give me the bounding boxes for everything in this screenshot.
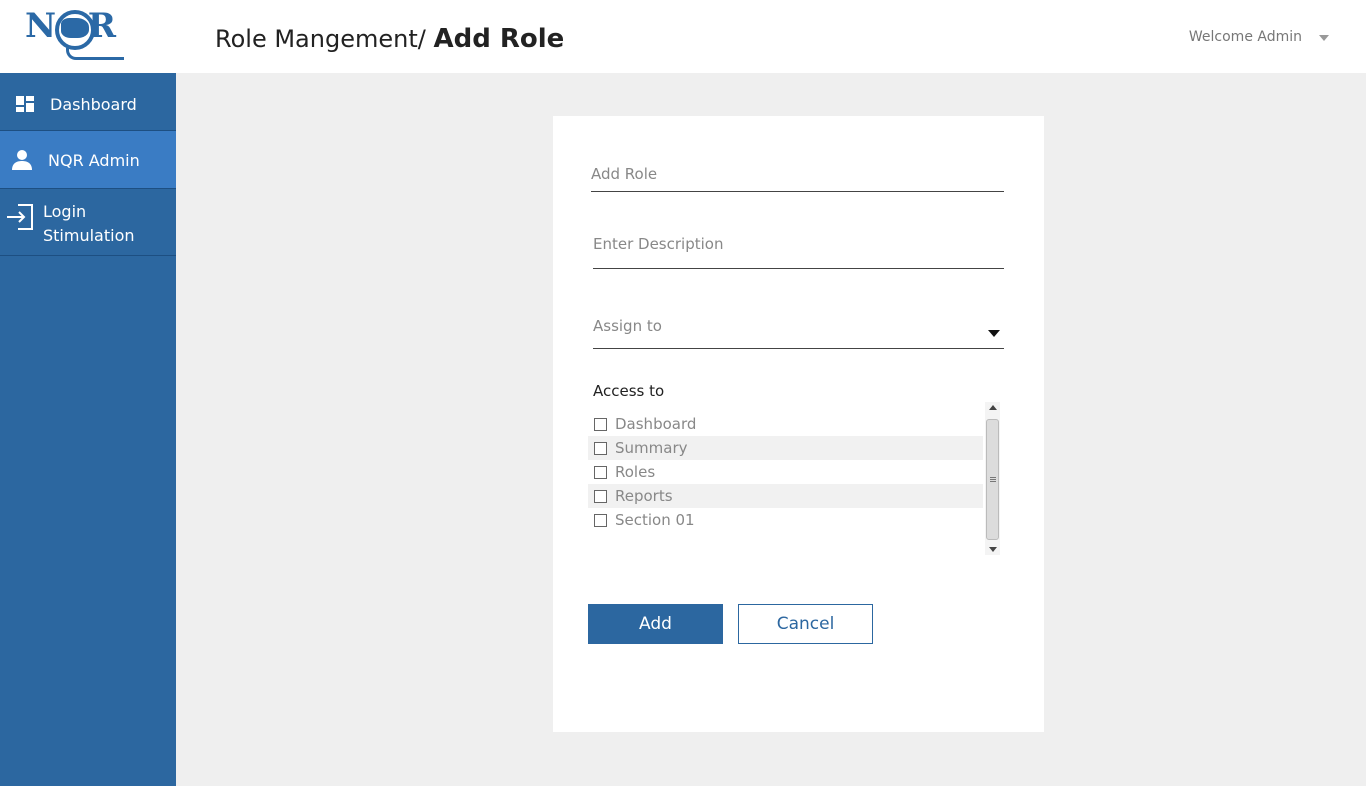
add-role-form: Assign to Access to Dashboard Summary Ro… — [553, 116, 1044, 732]
person-icon — [11, 149, 33, 175]
assign-to-select[interactable]: Assign to — [593, 306, 1004, 349]
access-row-roles: Roles — [588, 460, 983, 484]
dropdown-caret-icon — [988, 330, 1000, 337]
logo[interactable]: NQR — [0, 0, 176, 73]
access-checkbox-summary[interactable] — [594, 442, 607, 455]
sidebar-item-label: NQR Admin — [48, 151, 140, 170]
sidebar-item-label: Dashboard — [50, 95, 137, 114]
access-label-summary: Summary — [615, 439, 688, 457]
access-checkbox-reports[interactable] — [594, 490, 607, 503]
sidebar-item-dashboard[interactable]: Dashboard — [0, 73, 176, 131]
assign-to-placeholder: Assign to — [593, 317, 662, 335]
scroll-up-arrow-icon[interactable] — [989, 405, 997, 410]
sidebar: NQR Dashboard NQR Admin — [0, 0, 176, 786]
dashboard-grid-icon — [16, 96, 34, 116]
access-checkbox-dashboard[interactable] — [594, 418, 607, 431]
access-row-reports: Reports — [588, 484, 983, 508]
access-row-dashboard: Dashboard — [588, 412, 983, 436]
access-label-roles: Roles — [615, 463, 656, 481]
description-input[interactable] — [593, 226, 1004, 262]
role-name-field — [591, 156, 1004, 192]
usa-map-icon — [61, 18, 89, 38]
access-checkbox-roles[interactable] — [594, 466, 607, 479]
sidebar-item-nqr-admin[interactable]: NQR Admin — [0, 131, 176, 189]
access-row-section-01: Section 01 — [588, 508, 983, 532]
login-arrow-icon — [6, 203, 34, 235]
access-label-section-01: Section 01 — [615, 511, 695, 529]
cancel-button[interactable]: Cancel — [738, 604, 873, 644]
access-row-summary: Summary — [588, 436, 983, 460]
access-label-dashboard: Dashboard — [615, 415, 697, 433]
sidebar-item-label-line1: Login — [43, 202, 87, 221]
page-title: Add Role — [433, 24, 565, 54]
breadcrumb: Role Mangement/ Add Role — [215, 24, 564, 54]
add-button[interactable]: Add — [588, 604, 723, 644]
sidebar-item-label-line2: Stimulation — [43, 226, 135, 245]
top-header: Role Mangement/ Add Role Welcome Admin — [176, 0, 1366, 73]
sidebar-item-login-stimulation[interactable]: Login Stimulation — [0, 189, 176, 256]
grip-icon — [990, 477, 996, 478]
breadcrumb-parent[interactable]: Role Mangement/ — [215, 25, 426, 53]
description-field — [593, 226, 1004, 269]
caret-down-icon[interactable] — [1319, 35, 1329, 41]
scrollbar-thumb[interactable] — [986, 419, 999, 540]
access-to-label: Access to — [593, 382, 665, 400]
role-name-input[interactable] — [591, 156, 1004, 192]
user-menu[interactable]: Welcome Admin — [1189, 29, 1302, 45]
access-list: Dashboard Summary Roles Reports Section … — [588, 402, 983, 552]
access-label-reports: Reports — [615, 487, 673, 505]
access-list-scrollbar[interactable] — [985, 402, 1000, 555]
access-checkbox-section-01[interactable] — [594, 514, 607, 527]
scroll-down-arrow-icon[interactable] — [989, 547, 997, 552]
